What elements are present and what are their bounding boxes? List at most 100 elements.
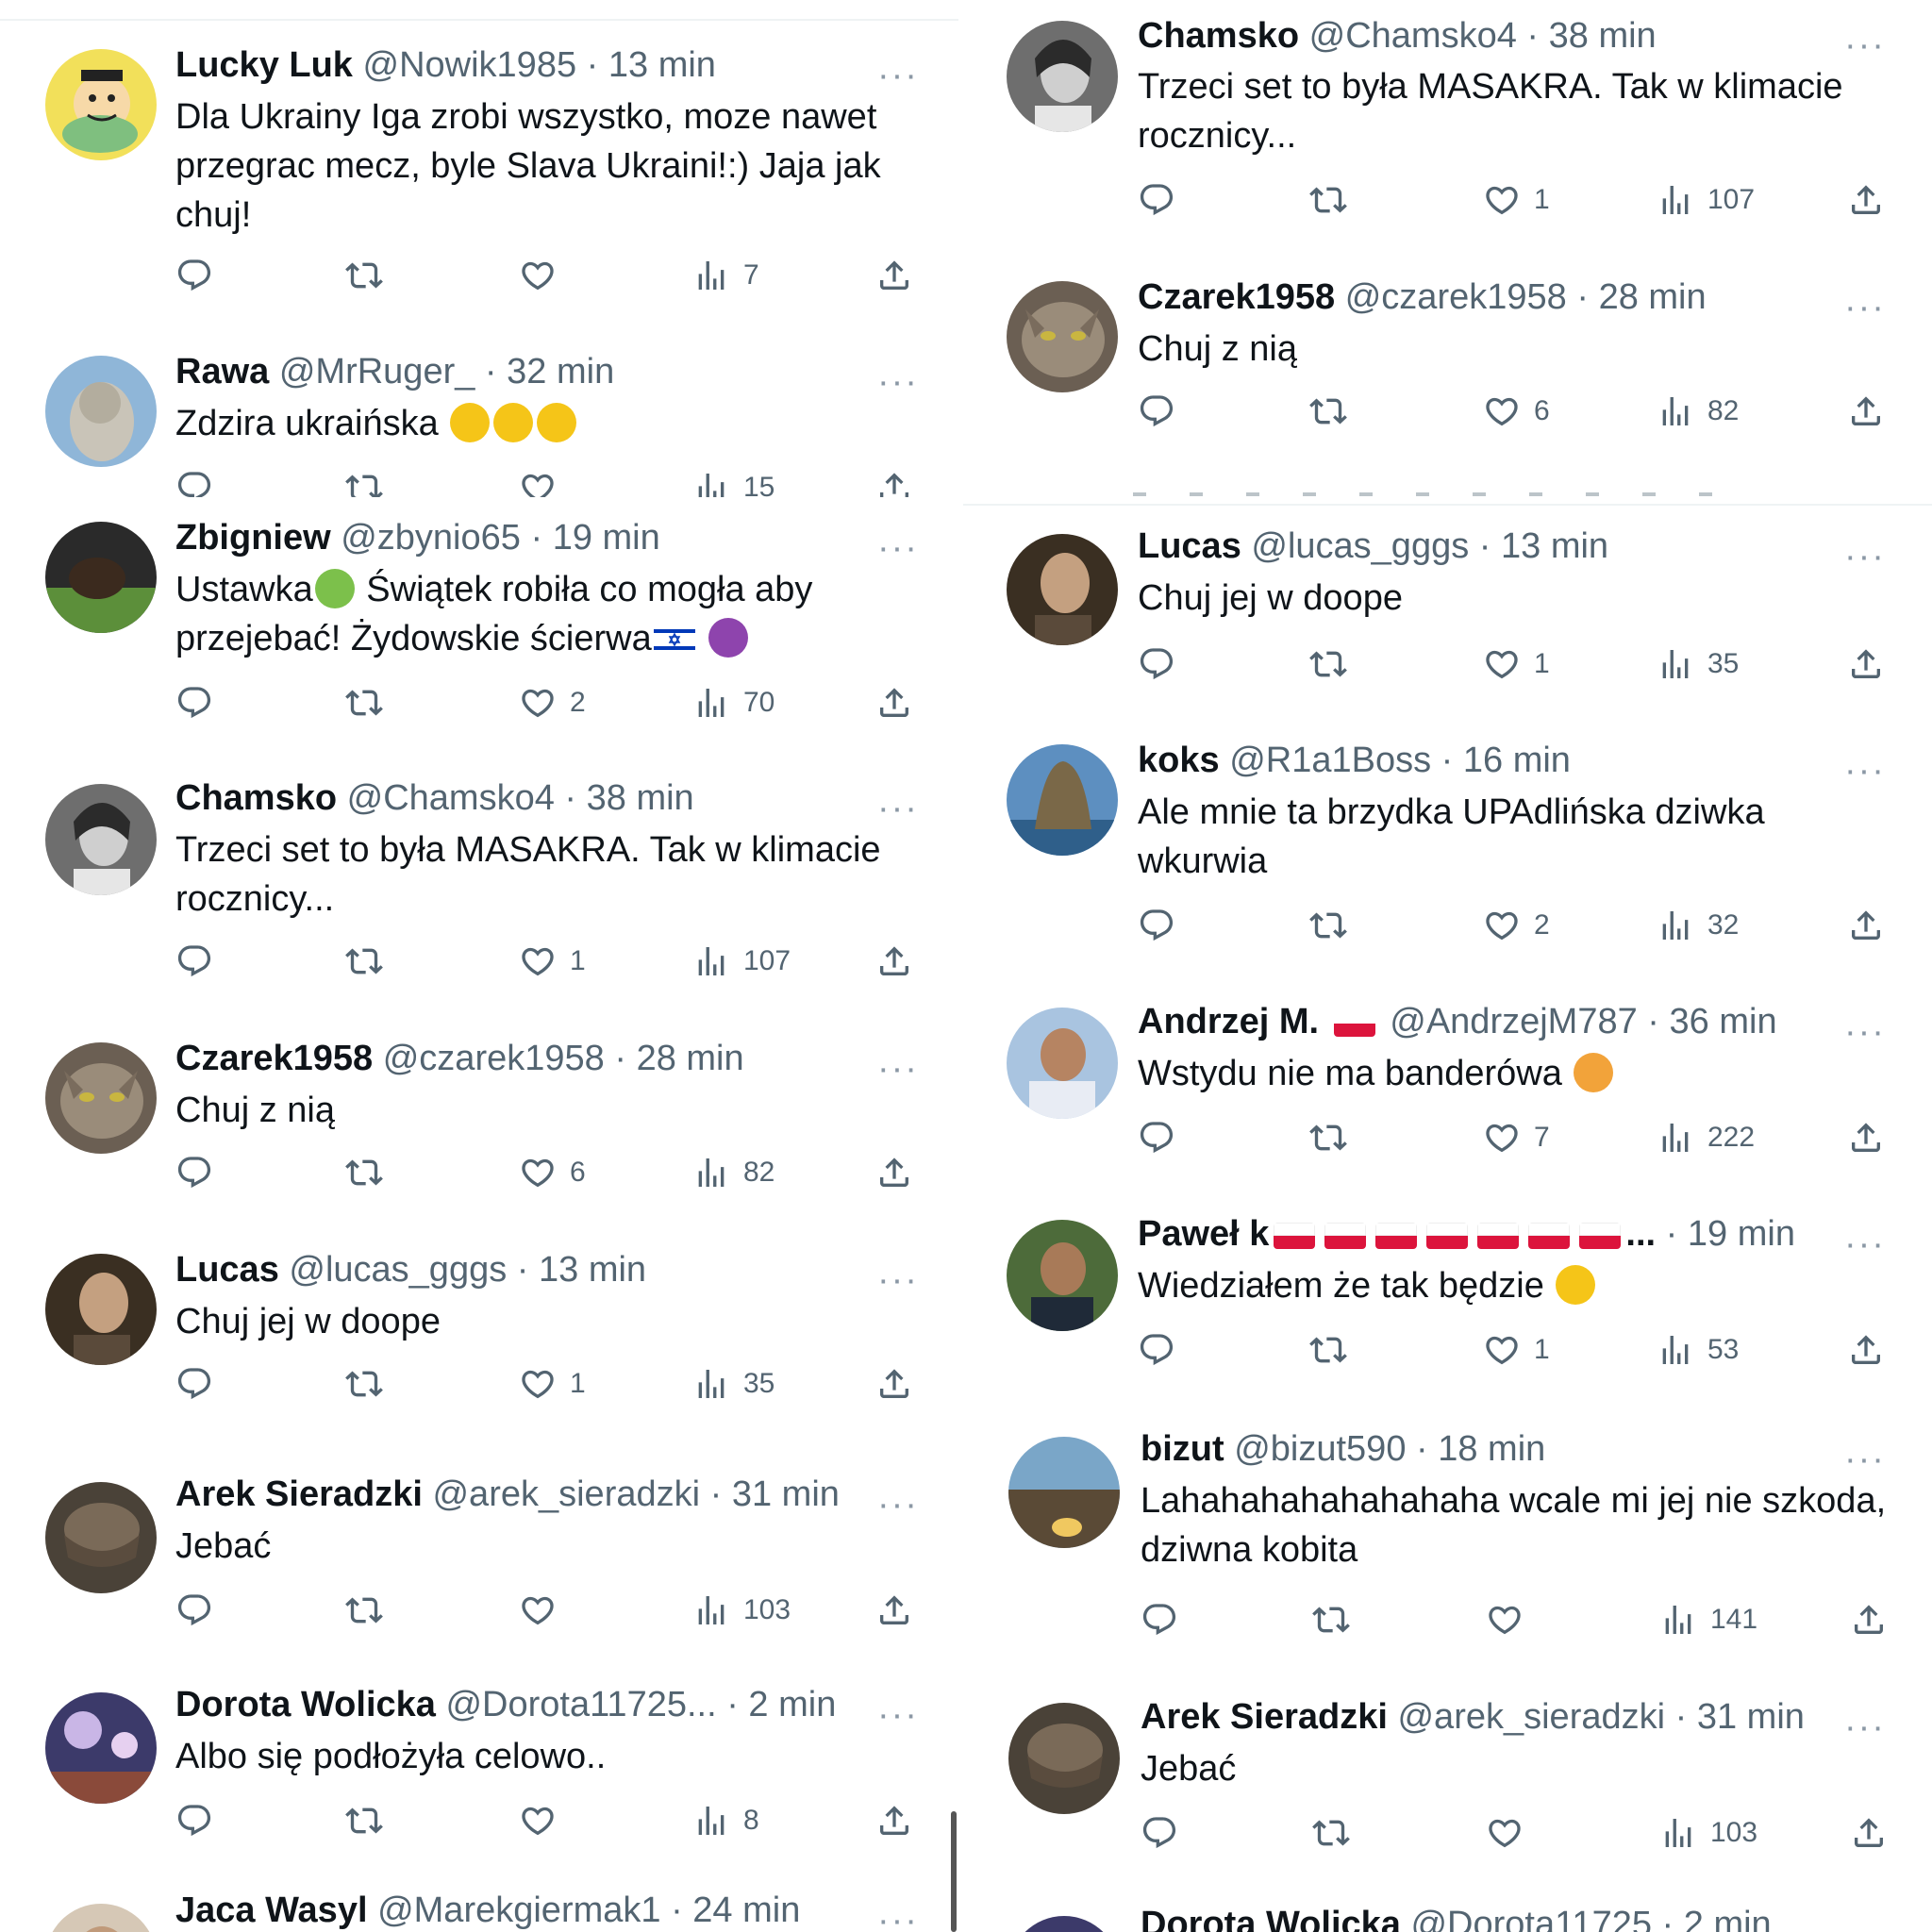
display-name[interactable]: Lucas — [1138, 526, 1241, 566]
reply-button[interactable] — [175, 680, 213, 725]
share-button[interactable] — [1847, 389, 1885, 434]
share-button[interactable] — [1850, 1597, 1888, 1642]
timestamp[interactable]: 13 min — [539, 1250, 646, 1290]
share-button[interactable] — [875, 465, 913, 497]
display-name[interactable]: Czarek1958 — [1138, 277, 1335, 317]
like-button[interactable]: 1 — [1483, 177, 1550, 223]
more-icon[interactable]: ··· — [877, 1262, 919, 1298]
views-button[interactable]: 8 — [692, 1798, 759, 1843]
retweet-button[interactable] — [1309, 1115, 1347, 1160]
scrollbar[interactable] — [951, 1811, 957, 1932]
avatar[interactable] — [1007, 1008, 1118, 1119]
reply-button[interactable] — [1138, 903, 1175, 948]
tweet-andrzej-m[interactable]: Andrzej M. @AndrzejM787 · 36 min ··· Wst… — [963, 979, 1932, 1193]
like-button[interactable] — [519, 1798, 557, 1843]
avatar[interactable] — [45, 522, 157, 633]
views-button[interactable]: 107 — [692, 939, 791, 984]
timestamp[interactable]: 31 min — [732, 1474, 840, 1514]
display-name[interactable]: Arek Sieradzki — [1141, 1697, 1388, 1737]
share-button[interactable] — [1850, 1810, 1888, 1856]
retweet-button[interactable] — [345, 1588, 383, 1633]
avatar[interactable] — [45, 49, 157, 160]
display-name[interactable]: koks — [1138, 741, 1220, 780]
reply-button[interactable] — [175, 465, 213, 497]
timestamp[interactable]: 2 min — [748, 1685, 836, 1724]
reply-button[interactable] — [1138, 641, 1175, 687]
like-button[interactable]: 1 — [1483, 641, 1550, 687]
retweet-button[interactable] — [345, 1361, 383, 1407]
timestamp[interactable]: 36 min — [1670, 1002, 1777, 1041]
avatar[interactable] — [1008, 1916, 1120, 1932]
timestamp[interactable]: 24 min — [692, 1890, 800, 1930]
more-icon[interactable]: ··· — [1844, 539, 1886, 575]
like-button[interactable] — [1486, 1597, 1524, 1642]
share-button[interactable] — [1847, 641, 1885, 687]
tweet-dorota-wolicka[interactable]: Dorota Wolicka @Dorota11725... · 2 min ·… — [0, 1662, 963, 1875]
like-button[interactable] — [1486, 1810, 1524, 1856]
reply-button[interactable] — [175, 1150, 213, 1195]
tweet-czarek1958[interactable]: Czarek1958 @czarek1958 · 28 min ··· Chuj… — [0, 1014, 963, 1225]
display-name[interactable]: Dorota Wolicka — [175, 1685, 436, 1724]
retweet-button[interactable] — [1309, 641, 1347, 687]
retweet-button[interactable] — [345, 253, 383, 298]
views-button[interactable]: 141 — [1659, 1597, 1757, 1642]
more-icon[interactable]: ··· — [877, 58, 919, 93]
reply-button[interactable] — [1138, 1115, 1175, 1160]
display-name[interactable]: Dorota Wolicka — [1141, 1905, 1401, 1932]
handle[interactable]: @AndrzejM787 — [1390, 1002, 1637, 1041]
tweet-arek-sieradzki[interactable]: Arek Sieradzki @arek_sieradzki · 31 min … — [963, 1674, 1932, 1888]
share-button[interactable] — [875, 939, 913, 984]
retweet-button[interactable] — [1309, 903, 1347, 948]
handle[interactable]: @lucas_gggs — [1251, 526, 1469, 566]
retweet-button[interactable] — [1312, 1597, 1350, 1642]
retweet-button[interactable] — [345, 465, 383, 497]
more-icon[interactable]: ··· — [877, 1051, 919, 1087]
more-icon[interactable]: ··· — [877, 1697, 919, 1733]
like-button[interactable] — [519, 465, 557, 497]
views-button[interactable]: 35 — [1657, 641, 1739, 687]
handle[interactable]: @bizut590 — [1234, 1429, 1406, 1469]
tweet-arek-sieradzki[interactable]: Arek Sieradzki @arek_sieradzki · 31 min … — [0, 1452, 963, 1664]
tweet-lucky-luk[interactable]: Lucky Luk @Nowik1985 · 13 min ··· Dla Uk… — [0, 21, 963, 329]
avatar[interactable] — [45, 356, 157, 467]
reply-button[interactable] — [1138, 389, 1175, 434]
timestamp[interactable]: 31 min — [1697, 1697, 1805, 1737]
retweet-button[interactable] — [1309, 177, 1347, 223]
display-name[interactable]: Rawa — [175, 352, 269, 391]
handle[interactable]: @zbynio65 — [341, 518, 521, 558]
display-name[interactable]: bizut — [1141, 1429, 1224, 1469]
more-icon[interactable]: ··· — [1844, 290, 1886, 325]
handle[interactable]: @arek_sieradzki — [432, 1474, 700, 1514]
timestamp[interactable]: 18 min — [1438, 1429, 1545, 1469]
more-icon[interactable]: ··· — [1844, 1014, 1886, 1050]
timestamp[interactable]: 28 min — [1599, 277, 1707, 317]
reply-button[interactable] — [1138, 1327, 1175, 1373]
tweet-rawa[interactable]: Rawa @MrRuger_ · 32 min ··· Zdzira ukrai… — [0, 327, 963, 497]
more-icon[interactable]: ··· — [877, 1487, 919, 1523]
retweet-button[interactable] — [345, 1798, 383, 1843]
retweet-button[interactable] — [345, 1150, 383, 1195]
timestamp[interactable]: 13 min — [1501, 526, 1608, 566]
display-name[interactable]: Czarek1958 — [175, 1039, 373, 1078]
tweet-lucas[interactable]: Lucas @lucas_gggs · 13 min ··· Chuj jej … — [963, 506, 1932, 720]
display-name[interactable]: Lucky Luk — [175, 45, 353, 85]
more-icon[interactable]: ··· — [877, 1903, 919, 1932]
like-button[interactable]: 2 — [1483, 903, 1550, 948]
avatar[interactable] — [45, 784, 157, 895]
tweet-czarek1958[interactable]: Czarek1958 @czarek1958 · 28 min ··· Chuj… — [963, 253, 1932, 466]
display-name[interactable]: Arek Sieradzki — [175, 1474, 423, 1514]
more-icon[interactable]: ··· — [1844, 1917, 1886, 1932]
handle[interactable]: @Nowik1985 — [363, 45, 577, 85]
tweet-pawel-k[interactable]: Paweł k... · 19 min ··· Wiedziałem że ta… — [963, 1191, 1932, 1405]
handle[interactable]: @arek_sieradzki — [1397, 1697, 1665, 1737]
avatar[interactable] — [1008, 1437, 1120, 1548]
share-button[interactable] — [1847, 1327, 1885, 1373]
avatar[interactable] — [1007, 21, 1118, 132]
share-button[interactable] — [875, 680, 913, 725]
views-button[interactable]: 103 — [692, 1588, 791, 1633]
like-button[interactable]: 1 — [1483, 1327, 1550, 1373]
more-icon[interactable]: ··· — [877, 791, 919, 826]
views-button[interactable]: 32 — [1657, 903, 1739, 948]
more-icon[interactable]: ··· — [1844, 1226, 1886, 1262]
tweet-chamsko[interactable]: Chamsko @Chamsko4 · 38 min ··· Trzeci se… — [963, 0, 1932, 255]
